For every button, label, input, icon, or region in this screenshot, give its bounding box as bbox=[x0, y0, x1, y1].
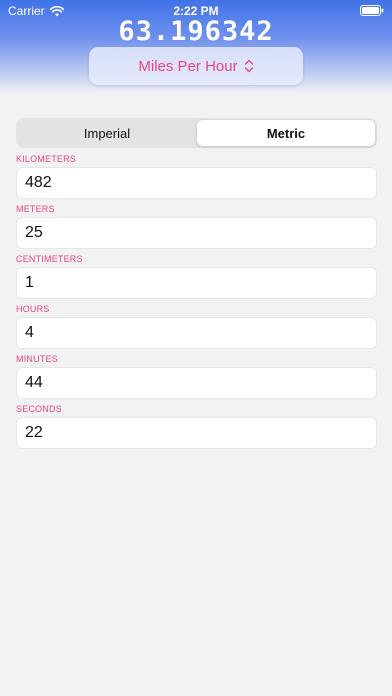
kilometers-label: KILOMETERS bbox=[16, 154, 77, 164]
seconds-field[interactable] bbox=[16, 417, 377, 449]
seconds-label: SECONDS bbox=[16, 404, 62, 414]
meters-label: METERS bbox=[16, 204, 55, 214]
unit-system-segmented-control: Imperial Metric bbox=[16, 118, 377, 148]
hours-label: HOURS bbox=[16, 304, 50, 314]
minutes-field[interactable] bbox=[16, 367, 377, 399]
meters-field[interactable] bbox=[16, 217, 377, 249]
unit-picker-button[interactable]: Miles Per Hour bbox=[89, 47, 303, 85]
chevron-updown-icon bbox=[244, 59, 253, 73]
battery-icon bbox=[360, 5, 384, 16]
hours-field[interactable] bbox=[16, 317, 377, 349]
segment-imperial[interactable]: Imperial bbox=[18, 120, 196, 146]
centimeters-label: CENTIMETERS bbox=[16, 254, 83, 264]
minutes-label: MINUTES bbox=[16, 354, 58, 364]
kilometers-field[interactable] bbox=[16, 167, 377, 199]
centimeters-field[interactable] bbox=[16, 267, 377, 299]
unit-picker-label: Miles Per Hour bbox=[138, 57, 238, 75]
result-value: 63.196342 bbox=[118, 16, 274, 47]
segment-metric[interactable]: Metric bbox=[197, 120, 375, 146]
